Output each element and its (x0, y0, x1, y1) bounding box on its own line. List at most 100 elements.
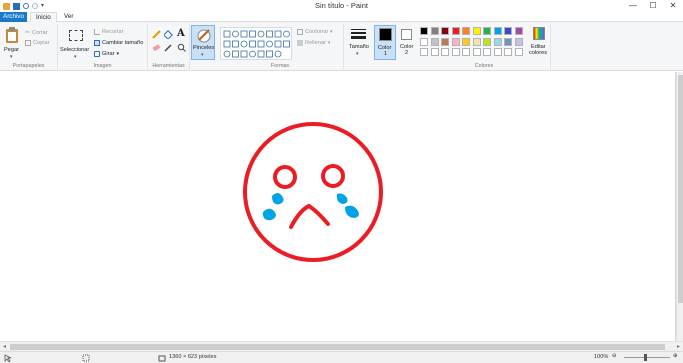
tools-group-label: Herramientas (152, 63, 185, 69)
arrow-left-shape-icon[interactable] (257, 40, 265, 48)
hexagon-shape-icon[interactable] (240, 40, 248, 48)
star4-shape-icon[interactable] (283, 40, 290, 48)
palette-swatch[interactable] (462, 48, 470, 56)
polygon-shape-icon[interactable] (266, 30, 273, 38)
callout-rect-shape-icon[interactable] (240, 50, 248, 58)
palette-swatch[interactable] (483, 27, 491, 35)
star6-shape-icon[interactable] (232, 50, 239, 58)
star5-shape-icon[interactable] (223, 50, 231, 58)
cut-button[interactable]: ✂ Cortar (25, 29, 48, 37)
tab-view[interactable]: Ver (59, 12, 78, 22)
color1-button[interactable]: Color 1 (374, 25, 396, 60)
palette-swatch[interactable] (483, 48, 491, 56)
color2-number: 2 (405, 50, 409, 56)
palette-swatch[interactable] (441, 27, 449, 35)
close-button[interactable]: ✕ (663, 0, 683, 12)
lightning-shape-icon[interactable] (274, 50, 282, 58)
tab-file[interactable]: Archivo (0, 12, 27, 22)
palette-swatch[interactable] (483, 37, 491, 46)
palette-swatch[interactable] (493, 48, 502, 56)
size-label: Tamaño (349, 44, 369, 50)
vertical-scroll-thumb[interactable] (678, 75, 683, 303)
callout-oval-shape-icon[interactable] (249, 50, 256, 58)
palette-swatch[interactable] (430, 48, 439, 56)
color1-swatch (379, 28, 392, 41)
palette-swatch[interactable] (420, 48, 428, 56)
arrow-up-shape-icon[interactable] (266, 40, 273, 48)
palette-swatch[interactable] (441, 48, 449, 56)
colors-group-label: Colores (474, 63, 494, 69)
zoom-in-button[interactable]: ⊕ (673, 353, 678, 359)
resize-button[interactable]: Cambiar tamaño (94, 40, 143, 46)
rectangle-shape-icon[interactable] (249, 30, 256, 38)
edit-colors-button[interactable]: Editar colores (528, 25, 550, 60)
color2-button[interactable]: Color 2 (397, 25, 417, 60)
palette-swatch[interactable] (504, 37, 512, 46)
select-button[interactable]: Seleccionar ▾ (60, 27, 92, 60)
palette-swatch[interactable] (472, 37, 481, 46)
callout-cloud-shape-icon[interactable] (257, 50, 265, 58)
triangle-shape-icon[interactable] (274, 30, 282, 38)
copy-button[interactable]: Copiar (25, 40, 49, 46)
shapes-group: Contorno ▾ Rellenar ▾ Formas (217, 24, 344, 69)
palette-swatch[interactable] (514, 37, 523, 46)
text-tool-icon[interactable]: A (177, 28, 185, 39)
arrow-down-shape-icon[interactable] (274, 40, 282, 48)
palette-swatch[interactable] (493, 37, 502, 46)
palette-swatch[interactable] (514, 48, 523, 56)
palette-swatch[interactable] (462, 27, 470, 35)
fill-bucket-icon[interactable] (164, 30, 173, 39)
minimize-button[interactable]: — (623, 0, 643, 12)
select-label: Seleccionar (60, 47, 90, 53)
right-triangle-shape-icon[interactable] (283, 30, 290, 38)
rotate-button[interactable]: Girar ▾ (94, 51, 119, 57)
oval-shape-icon[interactable] (240, 30, 248, 38)
horizontal-scrollbar[interactable]: ◂ ▸ (0, 341, 683, 351)
curve-shape-icon[interactable] (232, 30, 239, 38)
outline-button[interactable]: Contorno ▾ (297, 29, 333, 35)
pencil-icon[interactable] (152, 30, 161, 39)
palette-swatch[interactable] (430, 37, 439, 46)
size-button[interactable]: Tamaño ▾ (346, 25, 370, 60)
palette-swatch[interactable] (441, 37, 449, 46)
zoom-slider-thumb[interactable] (644, 354, 647, 361)
drawing-canvas[interactable] (0, 72, 676, 341)
eraser-icon[interactable] (152, 43, 161, 52)
rounded-rectangle-shape-icon[interactable] (257, 30, 265, 38)
palette-swatch[interactable] (430, 27, 439, 35)
palette-swatch[interactable] (420, 37, 428, 46)
fill-button[interactable]: Rellenar ▾ (297, 40, 330, 46)
palette-swatch[interactable] (514, 27, 523, 35)
arrow-right-shape-icon[interactable] (249, 40, 256, 48)
palette-swatch[interactable] (420, 27, 428, 35)
magnifier-icon[interactable] (177, 43, 186, 52)
palette-swatch[interactable] (504, 48, 512, 56)
image-group: Seleccionar ▾ Recortar Cambiar tamaño Gi… (58, 24, 148, 69)
palette-swatch[interactable] (451, 37, 460, 46)
palette-swatch[interactable] (504, 27, 512, 35)
window-title: Sin título - Paint (315, 1, 368, 10)
palette-swatch[interactable] (493, 27, 502, 35)
outline-icon (297, 29, 303, 35)
palette-swatch[interactable] (462, 37, 470, 46)
color-picker-icon[interactable] (164, 43, 173, 52)
zoom-slider[interactable] (624, 354, 670, 361)
horizontal-scroll-thumb[interactable] (10, 344, 665, 350)
palette-swatch[interactable] (451, 27, 460, 35)
maximize-button[interactable]: ☐ (643, 0, 663, 12)
palette-swatch[interactable] (451, 48, 460, 56)
chevron-down-icon: ▾ (74, 54, 77, 60)
vertical-scrollbar[interactable] (676, 72, 683, 341)
pentagon-shape-icon[interactable] (232, 40, 239, 48)
palette-swatch[interactable] (472, 48, 481, 56)
brushes-button[interactable]: Pinceles ▾ (191, 25, 215, 60)
shapes-gallery[interactable] (220, 27, 292, 60)
palette-swatch[interactable] (472, 27, 481, 35)
paste-button[interactable]: Pegar ▾ (3, 27, 21, 60)
zoom-out-button[interactable]: ⊖ (612, 353, 617, 359)
heart-shape-icon[interactable] (266, 50, 273, 58)
line-shape-icon[interactable] (223, 30, 231, 38)
diamond-shape-icon[interactable] (223, 40, 231, 48)
colors-group: Editar colores Colores (418, 24, 551, 69)
crop-button[interactable]: Recortar (94, 29, 123, 35)
